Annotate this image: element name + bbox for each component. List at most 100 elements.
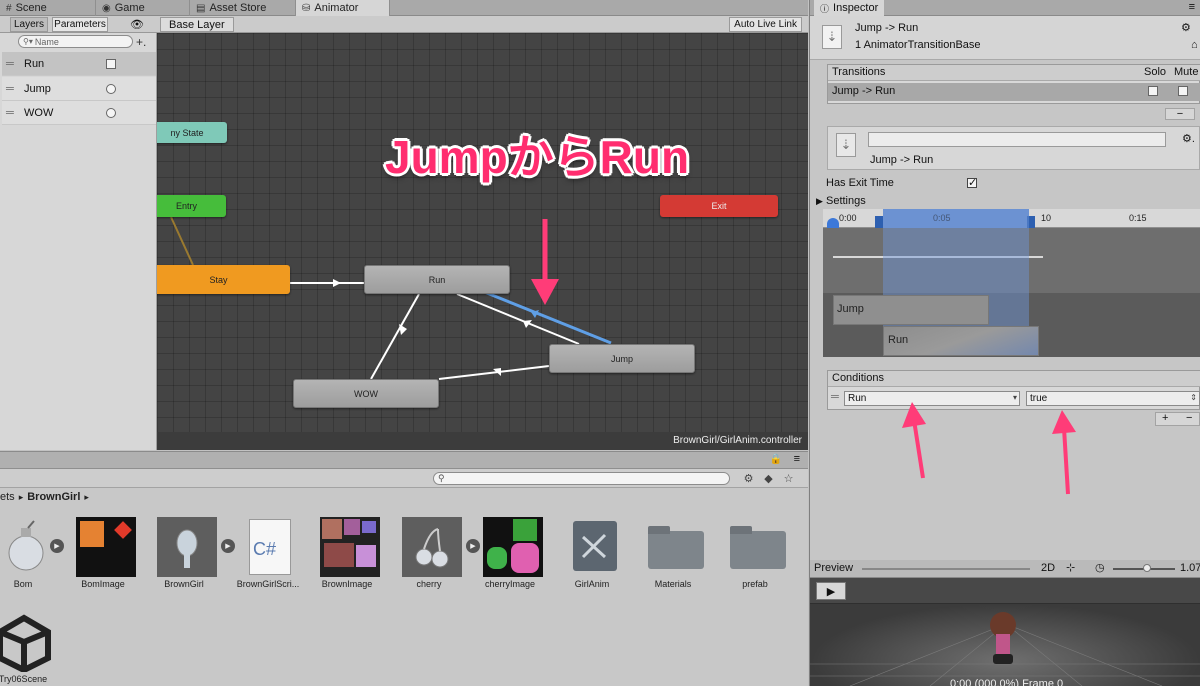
state-run[interactable]: Run [364,265,510,294]
tab-layers[interactable]: Layers [10,17,48,32]
state-entry[interactable]: Entry [157,195,226,217]
menu-icon[interactable]: ≡ [794,453,800,465]
transition-run-wow[interactable] [370,293,420,380]
asset-cherry[interactable]: ▶ cherry [388,517,480,597]
parameters-panel: ⚲▾ Name +. ═ Run ═ Jump ═ WOW [0,33,157,450]
eye-icon[interactable]: 👁 [130,18,144,31]
annotation-arrowhead [1052,410,1076,434]
transition-run-jump[interactable] [456,293,580,345]
parameter-search-placeholder: Name [34,36,59,47]
asset-label: cherryImage [484,579,536,589]
search-icon: ⚲ [438,473,445,483]
asset-bomimage[interactable]: BomImage [62,517,144,597]
breadcrumb-separator-icon: ▸ [18,491,24,502]
preview-controls: ▶ [810,578,1200,604]
asset-label: prefab [742,579,768,589]
annotation-arrow-value [1062,427,1070,495]
drag-handle-icon[interactable]: ═ [6,83,18,95]
asset-cherryimage[interactable]: cherryImage [469,517,551,597]
project-breadcrumb: ets ▸ BrownGirl ▸ [0,489,89,505]
asset-label: cherry [416,579,442,589]
layer-breadcrumb[interactable]: Base Layer [160,17,234,32]
tab-game-label: Game [114,2,145,14]
annotation-arrow-param [912,419,925,479]
parameter-trigger-radio[interactable] [106,107,116,118]
parameter-row-wow[interactable]: ═ WOW [2,101,156,125]
animator-window: Layers Parameters 👁 Base Layer Auto Live… [0,16,808,450]
lock-icon[interactable]: 🔒 [770,454,782,465]
add-parameter-button[interactable]: +. [136,35,146,49]
asset-brownimage[interactable]: BrownImage [306,517,388,597]
speed-icon[interactable]: ◷ [1095,561,1105,574]
preview-stage[interactable]: 0:00 (000.0%) Frame 0 [810,604,1200,686]
character-body [996,634,1010,656]
model-icon [157,517,217,577]
annotation-arrowhead [902,402,926,428]
folder-icon [646,517,706,577]
parameter-name: WOW [24,106,54,119]
auto-live-link-button[interactable]: Auto Live Link [729,17,802,32]
tab-game[interactable]: ◉ Game [96,0,190,16]
asset-bom[interactable]: ▶ Bom [0,517,64,597]
tab-scene[interactable]: # Scene [0,0,96,16]
preview-mode-2d[interactable]: 2D [1041,562,1055,574]
filter-type-icon[interactable]: ⚙ [740,471,757,486]
tab-scene-label: Scene [15,2,47,14]
favorite-star-icon[interactable]: ☆ [780,471,797,486]
asset-browngirl[interactable]: ▶ BrownGirl [143,517,235,597]
unity-editor: # Scene ◉ Game ▤ Asset Store ⛁ Animator … [0,0,1200,686]
state-exit[interactable]: Exit [660,195,778,217]
texture-thumbnail [320,517,380,577]
parameter-name: Run [24,57,45,70]
csharp-label: C# [253,539,277,559]
asset-label: BomImage [81,579,125,589]
tab-asset-store-label: Asset Store [209,2,267,14]
play-button[interactable]: ▶ [816,582,846,600]
state-stay[interactable]: Stay [157,265,290,294]
asset-label: BrownImage [321,579,373,589]
tab-asset-store[interactable]: ▤ Asset Store [190,0,296,16]
drag-handle-icon[interactable]: ═ [6,107,18,119]
asset-label: BrownGirlScri... [236,579,300,589]
unity-scene-icon [0,612,54,674]
asset-label: Materials [654,579,692,589]
parameter-search-input[interactable]: ⚲▾ Name [18,35,133,48]
asset-try06scene[interactable]: Try06Scene [0,612,62,686]
filter-label-icon[interactable]: ◆ [760,471,777,486]
csharp-script-icon: C# [241,517,301,577]
tab-animator[interactable]: ⛁ Animator [296,0,390,16]
asset-prefab[interactable]: prefab [714,517,796,597]
state-machine-graph[interactable]: ny State Entry Exit Stay Run Jump WOW Ju… [157,33,808,432]
character-base [993,654,1013,664]
asset-materials[interactable]: Materials [632,517,714,597]
parameter-bool-checkbox[interactable] [106,58,116,69]
tab-parameters[interactable]: Parameters [52,17,108,32]
project-search-input[interactable]: ⚲ [433,472,730,485]
transition-jump-wow[interactable] [438,365,550,380]
preview-toolbar: Preview 2D ⊹ ◷ 1.07 [810,560,1200,578]
preview-divider [862,568,1030,570]
pivot-icon[interactable]: ⊹ [1066,561,1075,574]
bomb-icon [0,517,54,577]
state-jump[interactable]: Jump [549,344,695,373]
texture-thumbnail [483,517,543,577]
breadcrumb-assets[interactable]: ets [0,491,15,503]
asset-browngirlscript[interactable]: C# BrownGirlScri... [227,517,309,597]
drag-handle-icon[interactable]: ═ [6,58,18,70]
speed-slider-thumb[interactable] [1143,564,1151,572]
transition-arrows [170,216,612,380]
asset-girlanim[interactable]: GirlAnim [551,517,633,597]
parameter-trigger-radio[interactable] [106,83,116,94]
breadcrumb-browngirl[interactable]: BrownGirl [27,491,80,503]
controller-path: BrownGirl/GirlAnim.controller [157,432,808,450]
parameter-row-run[interactable]: ═ Run [2,52,156,76]
speed-slider[interactable] [1113,564,1175,572]
transition-entry-stay[interactable] [170,216,194,266]
asset-store-icon: ▤ [196,2,206,14]
state-wow[interactable]: WOW [293,379,439,408]
folder-icon [728,517,788,577]
parameter-row-jump[interactable]: ═ Jump [2,77,156,101]
preview-label: Preview [814,562,854,574]
animator-controller-icon [565,517,625,577]
state-any-state[interactable]: ny State [157,122,227,143]
